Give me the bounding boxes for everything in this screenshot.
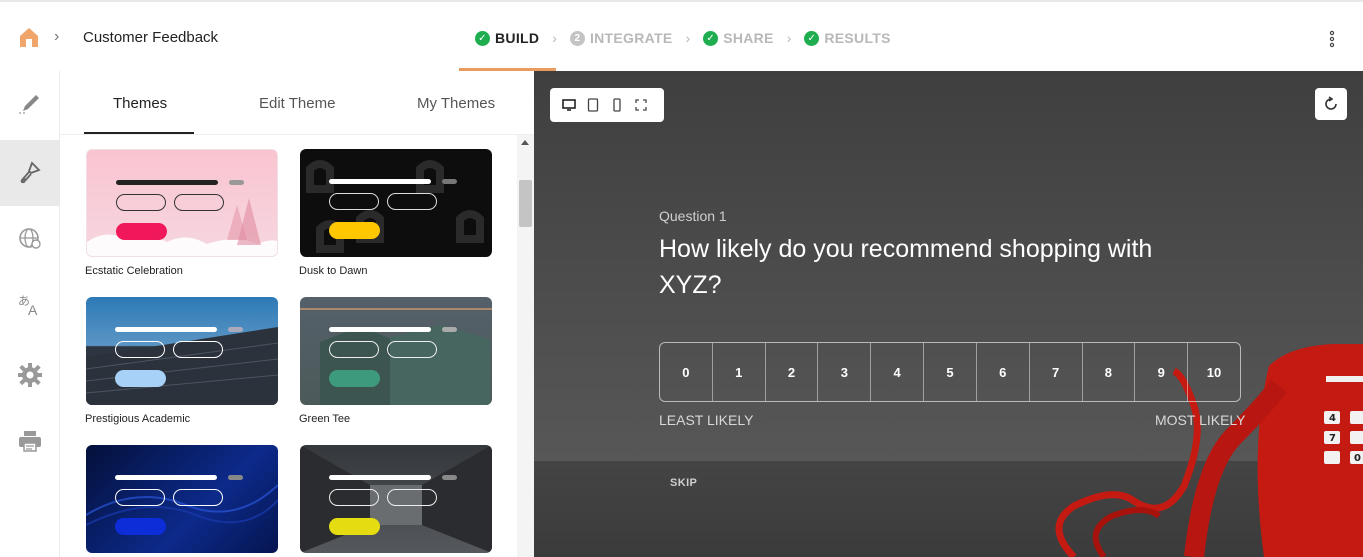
svg-text:A: A	[28, 302, 38, 318]
scale-option-1[interactable]: 1	[713, 343, 766, 401]
check-icon: ✓	[804, 30, 820, 46]
step-integrate[interactable]: 2 INTEGRATE	[569, 30, 673, 46]
scale-option-8[interactable]: 8	[1083, 343, 1136, 401]
scale-option-2[interactable]: 2	[766, 343, 819, 401]
theme-card-blue-wave[interactable]	[86, 445, 278, 553]
step-label: RESULTS	[824, 30, 891, 46]
question-text: How likely do you recommend shopping wit…	[659, 235, 1153, 299]
scale-option-5[interactable]: 5	[924, 343, 977, 401]
step-number-badge: 2	[569, 30, 585, 46]
theme-card-prestigious-academic[interactable]	[86, 297, 278, 405]
scroll-up-icon[interactable]	[521, 140, 529, 145]
skip-button[interactable]: SKIP	[670, 477, 697, 489]
theme-button-swatch	[115, 370, 166, 387]
theme-card-green-tee[interactable]	[300, 297, 492, 405]
tablet-icon[interactable]	[586, 98, 600, 112]
rail-item-translate[interactable]: あ A	[0, 272, 60, 338]
gear-icon	[18, 363, 42, 387]
scale-option-7[interactable]: 7	[1030, 343, 1083, 401]
theme-label: Prestigious Academic	[85, 413, 191, 425]
desktop-icon[interactable]	[562, 98, 576, 112]
theme-tabs: Themes Edit Theme My Themes	[60, 71, 534, 135]
theme-button-swatch	[115, 518, 166, 535]
chevron-right-icon: ›	[552, 30, 557, 46]
theme-panel: Themes Edit Theme My Themes Ecstatic Cel…	[60, 71, 534, 557]
nps-scale: 0 1 2 3 4 5 6 7 8 9 10	[659, 342, 1241, 402]
svg-text:7: 7	[1329, 433, 1336, 444]
tab-themes[interactable]: Themes	[113, 95, 167, 112]
rail-item-theme[interactable]	[0, 140, 60, 206]
scale-option-0[interactable]: 0	[660, 343, 713, 401]
breadcrumb-title[interactable]: Customer Feedback	[83, 29, 218, 46]
theme-label: Green Tee	[299, 413, 351, 425]
scale-option-3[interactable]: 3	[818, 343, 872, 401]
chevron-right-icon: ›	[786, 30, 792, 46]
rail-item-settings[interactable]	[0, 342, 60, 408]
fullscreen-icon[interactable]	[634, 98, 648, 112]
rail-item-language[interactable]	[0, 206, 60, 272]
theme-card-corridor[interactable]	[300, 445, 492, 553]
step-build[interactable]: ✓ BUILD	[475, 30, 539, 46]
scale-option-9[interactable]: 9	[1135, 343, 1189, 401]
survey-preview: 4 7 0 Question 1 How likely do you recomme…	[534, 71, 1363, 557]
check-icon: ✓	[703, 30, 719, 46]
chevron-right-icon: ›	[685, 30, 691, 46]
printer-icon	[19, 431, 41, 452]
theme-card-dusk-to-dawn[interactable]	[300, 149, 492, 257]
svg-text:0: 0	[1354, 453, 1361, 464]
left-icon-rail: あ A	[0, 71, 60, 557]
rail-item-print[interactable]	[0, 408, 60, 474]
theme-card-ecstatic-celebration[interactable]	[86, 149, 278, 257]
translate-icon: あ A	[18, 294, 38, 318]
step-label: SHARE	[723, 30, 774, 46]
theme-label: Ecstatic Celebration	[85, 265, 183, 277]
scale-option-6[interactable]: 6	[977, 343, 1030, 401]
tab-my-themes[interactable]: My Themes	[417, 95, 495, 112]
top-header: › Customer Feedback ✓ BUILD › 2 INTEGRAT…	[0, 0, 1363, 71]
step-label: BUILD	[495, 30, 540, 46]
check-icon: ✓	[475, 30, 490, 46]
svg-text:4: 4	[1329, 413, 1336, 424]
scale-option-4[interactable]: 4	[871, 343, 925, 401]
tab-edit-theme[interactable]: Edit Theme	[259, 95, 335, 112]
globe-icon	[19, 228, 41, 249]
step-label: INTEGRATE	[589, 30, 673, 46]
step-share[interactable]: ✓ SHARE	[703, 30, 774, 46]
home-icon[interactable]	[18, 26, 40, 48]
theme-button-swatch	[329, 518, 380, 535]
theme-button-swatch	[329, 222, 380, 239]
theme-button-swatch	[329, 370, 380, 387]
scroll-thumb[interactable]	[519, 180, 532, 227]
least-likely-label: LEAST LIKELY	[659, 412, 754, 428]
theme-button-swatch	[116, 223, 167, 240]
reset-preview-button[interactable]	[1315, 88, 1347, 120]
more-options-icon[interactable]	[1325, 28, 1339, 50]
edit-icon	[19, 95, 39, 114]
device-switcher	[550, 88, 664, 122]
theme-list-scrollbar[interactable]	[517, 135, 534, 557]
rail-item-edit[interactable]	[0, 71, 60, 137]
mobile-icon[interactable]	[610, 98, 624, 112]
refresh-icon	[1325, 96, 1337, 110]
build-steps: ✓ BUILD › 2 INTEGRATE › ✓ SHARE › ✓ RESU…	[475, 27, 891, 49]
question-number: Question 1	[659, 208, 727, 224]
chevron-right-icon: ›	[54, 28, 60, 45]
scale-option-10[interactable]: 10	[1188, 343, 1240, 401]
active-tab-indicator	[84, 132, 194, 134]
step-results[interactable]: ✓ RESULTS	[804, 30, 890, 46]
theme-label: Dusk to Dawn	[299, 265, 368, 277]
most-likely-label: MOST LIKELY	[1155, 412, 1246, 428]
brush-icon	[20, 161, 41, 184]
